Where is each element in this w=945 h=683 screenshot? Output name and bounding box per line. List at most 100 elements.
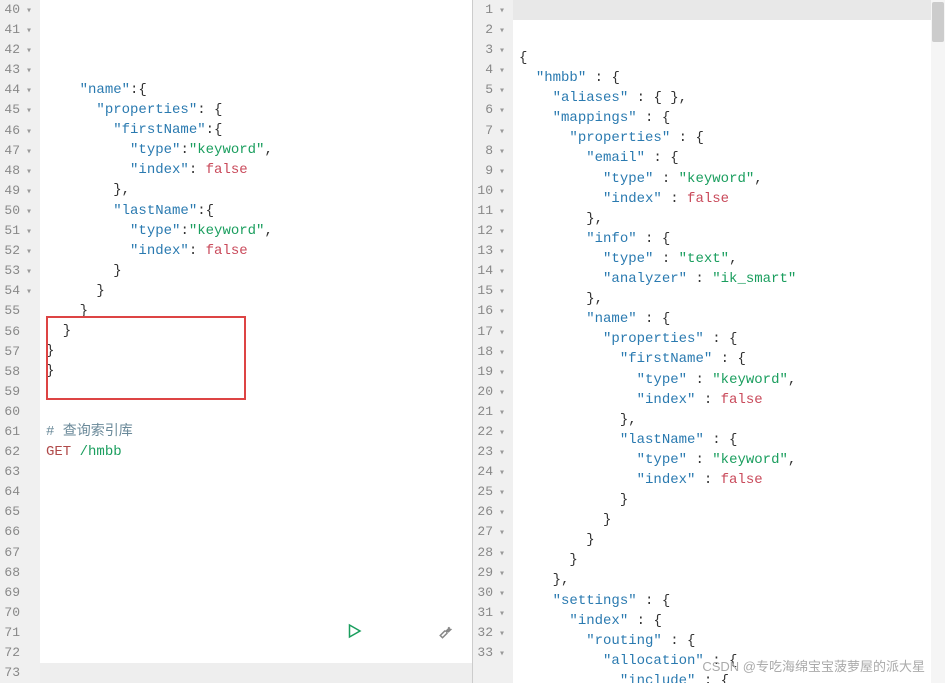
left-gutter: 40▾41▾42▾43▾44▾45▾46▾47▾48▾49▾50▾51▾52▾5… [0,0,40,683]
code-line[interactable] [46,502,472,522]
code-line[interactable]: } [46,261,472,281]
gutter-line-number: 67 [4,543,32,563]
gutter-line-number: 53▾ [4,261,32,281]
code-line[interactable] [46,542,472,562]
code-line[interactable]: "firstName":{ [46,120,472,140]
code-line[interactable]: "type" : "text", [519,249,945,269]
code-line[interactable]: "properties" : { [519,329,945,349]
code-line[interactable]: "index": false [46,241,472,261]
code-line[interactable]: "index": false [46,160,472,180]
run-icon[interactable] [278,606,363,661]
gutter-line-number: 25▾ [477,482,505,502]
code-line[interactable]: # 查询索引库 [46,422,472,442]
gutter-line-number: 61 [4,422,32,442]
code-line[interactable]: "email" : { [519,148,945,168]
gutter-line-number: 8▾ [477,141,505,161]
gutter-line-number: 70 [4,603,32,623]
code-line[interactable]: "properties" : { [519,128,945,148]
code-line[interactable] [46,482,472,502]
gutter-line-number: 3▾ [477,40,505,60]
gutter-line-number: 20▾ [477,382,505,402]
code-line[interactable]: }, [519,209,945,229]
code-line[interactable]: "type":"keyword", [46,221,472,241]
code-line[interactable]: "routing" : { [519,631,945,651]
left-editor-pane[interactable]: 40▾41▾42▾43▾44▾45▾46▾47▾48▾49▾50▾51▾52▾5… [0,0,473,683]
gutter-line-number: 42▾ [4,40,32,60]
code-line[interactable]: "properties": { [46,100,472,120]
gutter-line-number: 66 [4,522,32,542]
code-line[interactable]: } [519,490,945,510]
code-line[interactable]: "name" : { [519,309,945,329]
gutter-line-number: 43▾ [4,60,32,80]
code-line[interactable]: "index" : false [519,189,945,209]
code-line[interactable] [46,462,472,482]
code-line[interactable]: "name":{ [46,80,472,100]
gutter-line-number: 62 [4,442,32,462]
code-line[interactable]: }, [519,410,945,430]
gutter-line-number: 51▾ [4,221,32,241]
code-line[interactable]: "type" : "keyword", [519,370,945,390]
code-line[interactable]: "index" : false [519,470,945,490]
code-line[interactable]: } [519,550,945,570]
code-line[interactable] [46,582,472,602]
code-line[interactable]: "type":"keyword", [46,140,472,160]
code-line[interactable] [46,663,472,683]
code-line[interactable]: "type" : "keyword", [519,450,945,470]
code-line[interactable]: }, [519,570,945,590]
gutter-line-number: 63 [4,462,32,482]
code-line[interactable]: "info" : { [519,229,945,249]
code-line[interactable]: "type" : "keyword", [519,169,945,189]
code-line[interactable]: "settings" : { [519,591,945,611]
code-line[interactable]: { [519,48,945,68]
gutter-line-number: 32▾ [477,623,505,643]
code-line[interactable]: "lastName":{ [46,201,472,221]
code-line[interactable]: "index" : false [519,390,945,410]
right-code-area[interactable]: { "hmbb" : { "aliases" : { }, "mappings"… [513,0,945,683]
scrollbar-track[interactable] [931,0,945,683]
right-gutter: 1▾2▾3▾4▾5▾6▾7▾8▾9▾10▾11▾12▾13▾14▾15▾16▾1… [473,0,513,683]
code-line[interactable]: } [46,321,472,341]
code-line[interactable]: "mappings" : { [519,108,945,128]
gutter-line-number: 31▾ [477,603,505,623]
gutter-line-number: 16▾ [477,301,505,321]
gutter-line-number: 55 [4,301,32,321]
code-line[interactable]: "hmbb" : { [519,68,945,88]
code-line[interactable]: } [46,341,472,361]
code-line[interactable]: }, [519,289,945,309]
gutter-line-number: 13▾ [477,241,505,261]
code-line[interactable]: } [519,510,945,530]
gutter-line-number: 26▾ [477,502,505,522]
code-line[interactable]: } [46,281,472,301]
gutter-line-number: 14▾ [477,261,505,281]
code-line[interactable]: } [46,361,472,381]
code-line[interactable]: "firstName" : { [519,349,945,369]
code-line[interactable]: "analyzer" : "ik_smart" [519,269,945,289]
code-line[interactable]: GET /hmbb [46,442,472,462]
watermark: CSDN @专吃海绵宝宝菠萝屋的派大星 [702,656,925,675]
code-line[interactable] [46,562,472,582]
gutter-line-number: 19▾ [477,362,505,382]
gutter-line-number: 44▾ [4,80,32,100]
gutter-line-number: 15▾ [477,281,505,301]
code-line[interactable]: }, [46,180,472,200]
code-line[interactable] [46,381,472,401]
code-line[interactable]: "lastName" : { [519,430,945,450]
gutter-line-number: 65 [4,502,32,522]
code-line[interactable]: } [519,530,945,550]
gutter-line-number: 5▾ [477,80,505,100]
gutter-line-number: 10▾ [477,181,505,201]
left-code-area[interactable]: "name":{ "properties": { "firstName":{ "… [40,0,472,683]
scrollbar-thumb[interactable] [932,2,944,42]
code-line[interactable]: "index" : { [519,611,945,631]
gutter-line-number: 22▾ [477,422,505,442]
code-line[interactable]: "aliases" : { }, [519,88,945,108]
right-editor-pane[interactable]: 1▾2▾3▾4▾5▾6▾7▾8▾9▾10▾11▾12▾13▾14▾15▾16▾1… [473,0,945,683]
code-line[interactable] [46,522,472,542]
gutter-line-number: 47▾ [4,141,32,161]
code-line[interactable] [46,402,472,422]
code-line[interactable]: } [46,301,472,321]
gutter-line-number: 45▾ [4,100,32,120]
gutter-line-number: 17▾ [477,322,505,342]
gutter-line-number: 68 [4,563,32,583]
wrench-icon[interactable] [371,606,456,661]
